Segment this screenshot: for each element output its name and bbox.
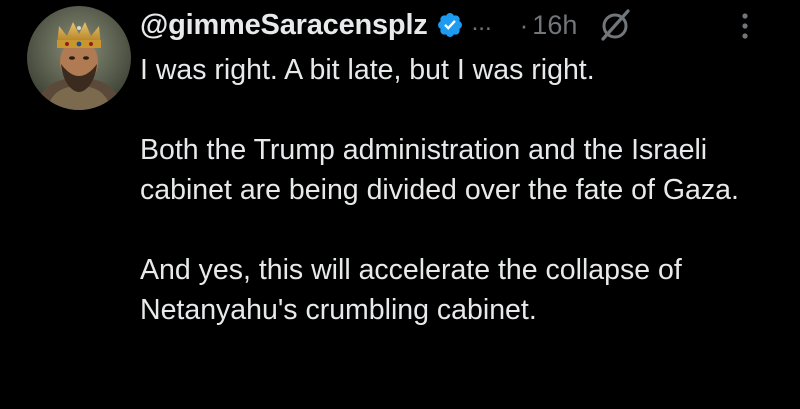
tweet-paragraph: And yes, this will accelerate the collap… (140, 254, 682, 326)
truncation-ellipsis: ... (471, 9, 492, 36)
verified-badge-icon (436, 11, 464, 39)
tweet-header: @gimmeSaracensplz ... · 16h (140, 4, 635, 46)
separator-dot: · (519, 9, 529, 40)
tweet[interactable]: @gimmeSaracensplz ... · 16h I was right.… (0, 0, 800, 409)
more-vertical-icon[interactable] (733, 8, 757, 44)
grok-icon[interactable] (595, 5, 635, 45)
tweet-paragraph: I was right. A bit late, but I was right… (140, 54, 595, 86)
avatar[interactable] (27, 6, 131, 110)
tweet-body: I was right. A bit late, but I was right… (140, 50, 790, 330)
tweet-paragraph: Both the Trump administration and the Is… (140, 134, 739, 206)
user-handle[interactable]: @gimmeSaracensplz (140, 9, 428, 42)
timestamp[interactable]: 16h (532, 10, 577, 41)
